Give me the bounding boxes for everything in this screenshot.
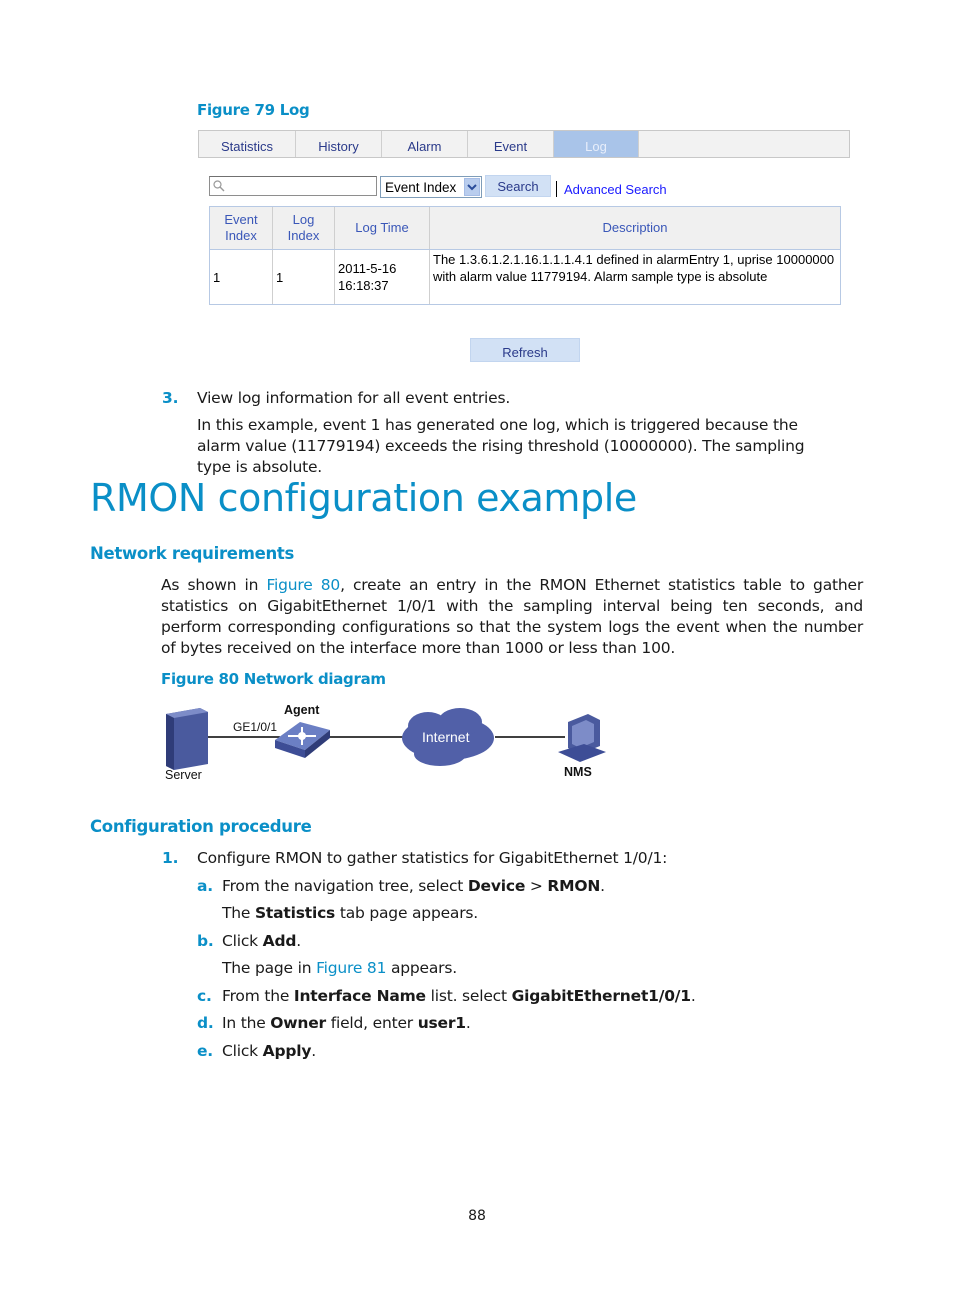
search-input[interactable] (209, 176, 377, 196)
col-event-index[interactable]: Event Index (210, 207, 273, 249)
network-requirements-heading: Network requirements (90, 544, 295, 563)
search-icon (213, 180, 225, 192)
step-3-detail: In this example, event 1 has generated o… (197, 416, 805, 476)
tab-log[interactable]: Log (554, 131, 639, 157)
para-text: As shown in (161, 576, 267, 594)
cell-log-time: 2011-5-16 16:18:37 (335, 250, 430, 304)
tab-event[interactable]: Event (468, 131, 554, 157)
substep-c-text: From the Interface Name list. select Gig… (222, 987, 696, 1005)
step-1-number: 1. (162, 849, 179, 867)
step-3-text: View log information for all event entri… (197, 389, 511, 407)
chevron-down-icon[interactable] (464, 178, 480, 196)
agent-label: Agent (284, 703, 320, 717)
cell-log-index: 1 (273, 250, 335, 304)
tab-statistics[interactable]: Statistics (199, 131, 296, 157)
section-title: RMON configuration example (90, 476, 637, 520)
col-log-time[interactable]: Log Time (335, 207, 430, 249)
cell-event-index: 1 (210, 250, 273, 304)
substep-c-letter: c. (197, 987, 212, 1005)
figure-79-caption: Figure 79 Log (197, 101, 310, 119)
figure-80-link[interactable]: Figure 80 (266, 576, 340, 594)
separator (556, 181, 557, 197)
substep-d-text: In the Owner field, enter user1. (222, 1014, 471, 1032)
tab-history[interactable]: History (296, 131, 382, 157)
col-description[interactable]: Description (430, 207, 840, 249)
substep-d-letter: d. (197, 1014, 214, 1032)
figure-81-link[interactable]: Figure 81 (316, 959, 386, 977)
configuration-procedure-heading: Configuration procedure (90, 817, 312, 836)
refresh-button[interactable]: Refresh (470, 338, 580, 362)
nms-computer-icon (558, 714, 606, 762)
table-header: Event Index Log Index Log Time Descripti… (210, 207, 840, 250)
substep-a-text: From the navigation tree, select Device … (222, 877, 605, 895)
search-button[interactable]: Search (485, 175, 551, 197)
tab-alarm[interactable]: Alarm (382, 131, 468, 157)
internet-label: Internet (422, 729, 470, 745)
substep-e-text: Click Apply. (222, 1042, 317, 1060)
select-value: Event Index (385, 180, 457, 195)
nms-label: NMS (564, 765, 592, 779)
figure-80-caption: Figure 80 Network diagram (161, 670, 386, 688)
port-label: GE1/0/1 (233, 720, 278, 734)
substep-a-note: The Statistics tab page appears. (222, 904, 478, 922)
switch-icon (275, 722, 330, 758)
cell-description: The 1.3.6.1.2.1.16.1.1.1.4.1 defined in … (433, 252, 835, 284)
substep-b-note: The page in Figure 81 appears. (222, 959, 457, 977)
page-number: 88 (468, 1208, 486, 1224)
network-requirements-paragraph: As shown in Figure 80, create an entry i… (161, 575, 863, 659)
substep-e-letter: e. (197, 1042, 214, 1060)
substep-b-letter: b. (197, 932, 214, 950)
tab-bar: Statistics History Alarm Event Log (198, 130, 850, 158)
substep-a-letter: a. (197, 877, 213, 895)
step-1-text: Configure RMON to gather statistics for … (197, 849, 668, 867)
col-log-index[interactable]: Log Index (273, 207, 335, 249)
step-3-number: 3. (162, 389, 179, 407)
substep-b-text: Click Add. (222, 932, 301, 950)
log-table: Event Index Log Index Log Time Descripti… (209, 206, 841, 305)
advanced-search-link[interactable]: Advanced Search (564, 182, 667, 197)
server-label: Server (165, 768, 202, 782)
server-icon (166, 708, 208, 770)
search-field-select[interactable]: Event Index (380, 176, 482, 198)
network-diagram: Server Agent GE1/0/1 Internet NMS (160, 700, 620, 790)
